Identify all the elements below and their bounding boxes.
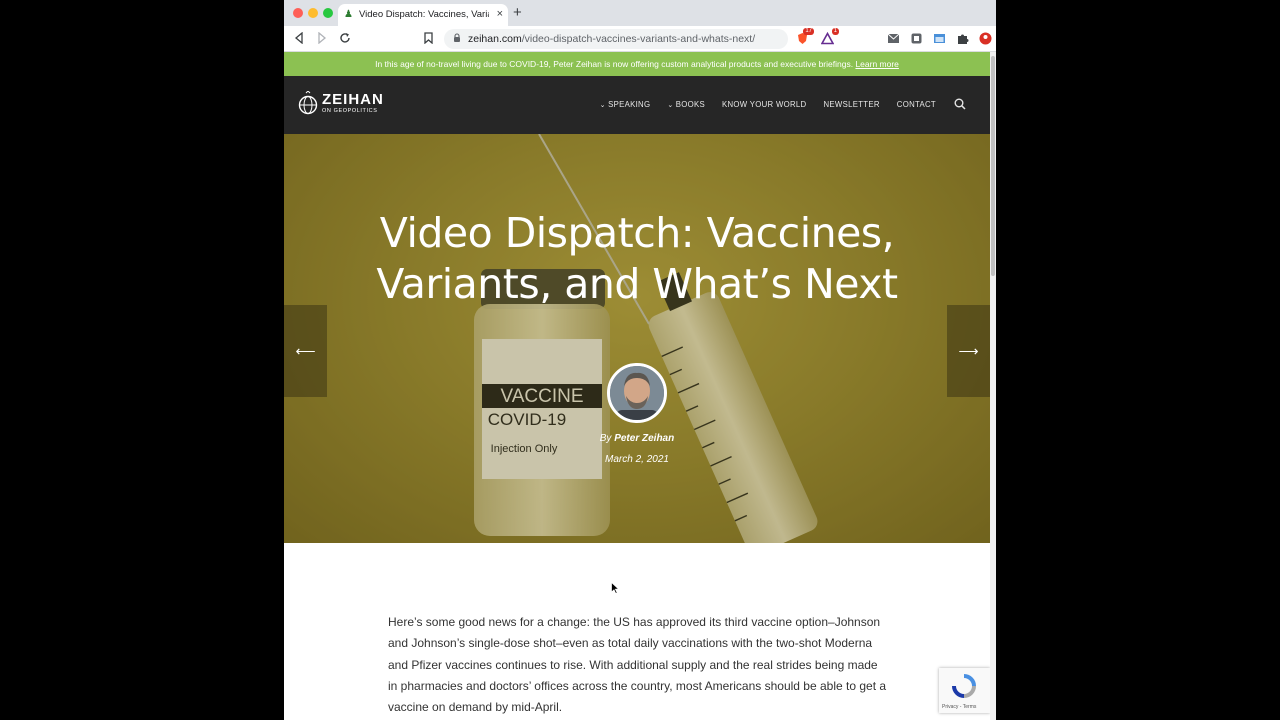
forward-icon[interactable] (317, 32, 327, 44)
url-text: zeihan.com/video-dispatch-vaccines-varia… (468, 33, 755, 45)
nav-contact[interactable]: CONTACT (897, 100, 936, 111)
learn-more-link[interactable]: Learn more (855, 59, 898, 69)
extension-window-icon[interactable] (933, 32, 946, 45)
nav-books[interactable]: ⌄ BOOKS (667, 100, 705, 111)
nav-know-your-world[interactable]: KNOW YOUR WORLD (722, 100, 807, 111)
mouse-cursor-icon (611, 582, 619, 594)
search-icon[interactable] (954, 98, 966, 110)
site-logo[interactable]: ZEIHAN ON GEOPOLITICS (298, 90, 390, 120)
arrow-right-icon: ⟶ (958, 343, 979, 359)
page-scrollbar[interactable] (990, 52, 996, 720)
post-date: March 2, 2021 (605, 454, 669, 465)
extensions-puzzle-icon[interactable] (956, 32, 969, 45)
lock-icon (454, 33, 460, 42)
address-bar[interactable]: zeihan.com/video-dispatch-vaccines-varia… (444, 29, 788, 49)
article-paragraph: Here’s some good news for a change: the … (388, 615, 887, 715)
minimize-window-button[interactable] (308, 8, 318, 18)
profile-avatar-icon[interactable] (979, 32, 992, 45)
brave-shield-icon[interactable]: 17 (796, 28, 814, 45)
hero-background-image: VACCINE COVID-19 Injection Only (284, 134, 990, 543)
browser-toolbar: zeihan.com/video-dispatch-vaccines-varia… (284, 26, 996, 52)
author-name-link[interactable]: Peter Zeihan (614, 433, 674, 444)
zoom-window-button[interactable] (323, 8, 333, 18)
recaptcha-terms[interactable]: Privacy - Terms (942, 704, 976, 710)
recaptcha-logo-icon (952, 674, 976, 698)
author-avatar[interactable] (607, 363, 667, 423)
nav-newsletter[interactable]: NEWSLETTER (823, 100, 879, 111)
brave-rewards-icon[interactable]: 1 (820, 28, 839, 45)
previous-post-button[interactable]: ⟵ (284, 305, 327, 397)
new-tab-button[interactable]: + (513, 5, 522, 21)
byline: By Peter Zeihan (537, 433, 737, 445)
tab-close-button[interactable]: × (497, 8, 503, 21)
url-path: /video-dispatch-vaccines-variants-and-wh… (521, 33, 756, 45)
rewards-count-badge: 1 (831, 28, 839, 35)
close-window-button[interactable] (293, 8, 303, 18)
author-portrait-icon (610, 366, 664, 420)
browser-window: ♟ Video Dispatch: Vaccines, Varia × + ze… (284, 0, 996, 720)
nav-books-label: BOOKS (675, 100, 705, 109)
tab-strip: ♟ Video Dispatch: Vaccines, Varia × + (284, 0, 996, 26)
logo-subtitle: ON GEOPOLITICS (322, 108, 378, 114)
recaptcha-badge[interactable]: Privacy - Terms (939, 668, 990, 713)
chevron-down-icon: ⌄ (599, 102, 609, 109)
active-tab[interactable]: ♟ Video Dispatch: Vaccines, Varia × (338, 4, 508, 26)
site-favicon-icon: ♟ (344, 9, 353, 20)
url-domain: zeihan.com (468, 33, 522, 45)
tab-title: Video Dispatch: Vaccines, Varia (359, 9, 489, 20)
shield-count-badge: 17 (803, 28, 814, 35)
byline-prefix: By (599, 433, 612, 444)
extension-tool-icon[interactable] (910, 32, 923, 45)
scrollbar-thumb[interactable] (991, 56, 995, 276)
logo-title: ZEIHAN (322, 91, 384, 108)
globe-logo-icon (298, 91, 318, 115)
back-icon[interactable] (294, 32, 304, 44)
nav-speaking-label: SPEAKING (608, 100, 651, 109)
banner-text: In this age of no-travel living due to C… (375, 59, 854, 69)
arrow-left-icon: ⟵ (295, 343, 316, 359)
main-nav: ⌄ SPEAKING ⌄ BOOKS KNOW YOUR WORLD NEWSL… (600, 100, 936, 111)
bookmark-icon[interactable] (424, 32, 433, 44)
nav-speaking[interactable]: ⌄ SPEAKING (600, 100, 651, 111)
extension-mail-icon[interactable] (887, 32, 900, 45)
promo-banner: In this age of no-travel living due to C… (284, 52, 990, 76)
post-title: Video Dispatch: Vaccines, Variants, and … (376, 209, 898, 308)
hero-section: VACCINE COVID-19 Injection Only Video Di… (284, 134, 990, 543)
site-header: ZEIHAN ON GEOPOLITICS ⌄ SPEAKING ⌄ BOOKS… (284, 76, 990, 134)
reload-icon[interactable] (339, 32, 351, 44)
chevron-down-icon: ⌄ (667, 102, 676, 109)
next-post-button[interactable]: ⟶ (947, 305, 990, 397)
